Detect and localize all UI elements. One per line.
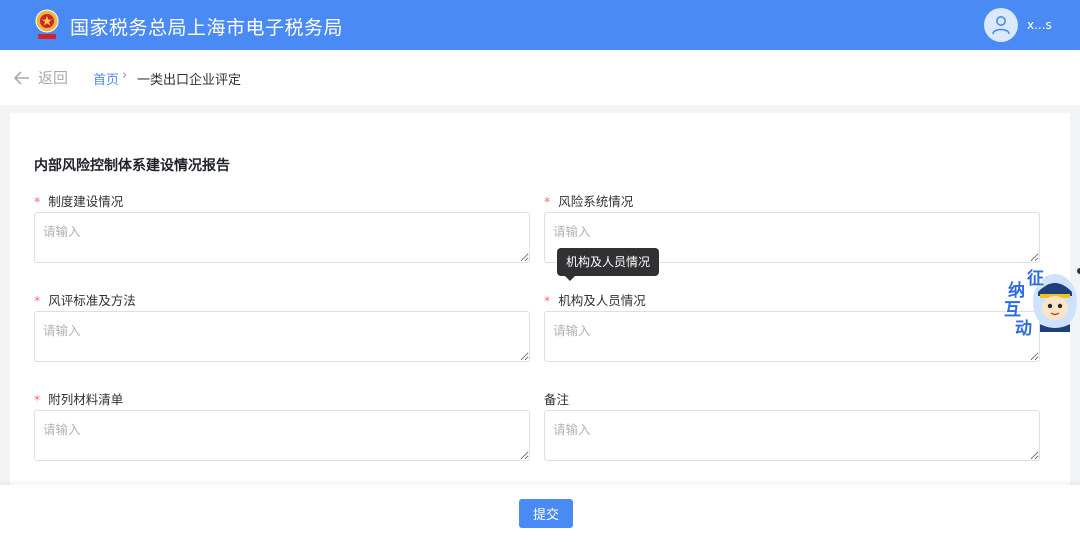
required-mark: *	[34, 293, 41, 308]
organization-textarea[interactable]	[544, 311, 1040, 362]
field-label-risk-standard: * 风评标准及方法	[34, 293, 136, 308]
user-avatar-icon[interactable]	[984, 8, 1018, 42]
attachments-textarea[interactable]	[34, 410, 530, 461]
back-label: 返回	[38, 69, 69, 87]
arrow-left-icon	[14, 70, 29, 85]
widget-char: 征	[1027, 269, 1044, 289]
breadcrumb-current: 一类出口企业评定	[137, 73, 242, 88]
field-label-organization: * 机构及人员情况	[544, 293, 646, 308]
breadcrumb-home-link[interactable]: 首页	[93, 69, 119, 88]
submit-button[interactable]: 提交	[519, 499, 573, 528]
section-title: 内部风险控制体系建设情况报告	[34, 158, 230, 174]
app-title: 国家税务总局上海市电子税务局	[70, 17, 344, 39]
interaction-widget[interactable]: 征 纳 互 动	[1002, 264, 1080, 339]
chevron-right-icon: ›	[122, 68, 128, 83]
remarks-textarea[interactable]	[544, 410, 1040, 461]
field-label-attachments: * 附列材料清单	[34, 392, 124, 407]
breadcrumb-bar: 返回 首页 › 一类出口企业评定	[0, 50, 1080, 105]
system-building-textarea[interactable]	[34, 212, 530, 263]
required-mark: *	[544, 194, 551, 209]
required-mark: *	[544, 293, 551, 308]
field-label-risk-system: * 风险系统情况	[544, 194, 634, 209]
field-tooltip: 机构及人员情况	[557, 248, 660, 281]
required-mark: *	[34, 392, 41, 407]
risk-standard-textarea[interactable]	[34, 311, 530, 362]
user-name[interactable]: x...s	[1027, 18, 1052, 32]
top-header: 国家税务总局上海市电子税务局 x...s	[0, 0, 1080, 50]
field-label-system-building: * 制度建设情况	[34, 194, 124, 209]
required-mark: *	[34, 194, 41, 209]
widget-char: 动	[1015, 319, 1032, 339]
field-label-remarks: 备注	[544, 392, 570, 407]
user-menu[interactable]: x...s	[984, 8, 1052, 42]
back-button[interactable]: 返回	[14, 67, 68, 88]
tax-emblem-icon[interactable]	[32, 8, 62, 42]
